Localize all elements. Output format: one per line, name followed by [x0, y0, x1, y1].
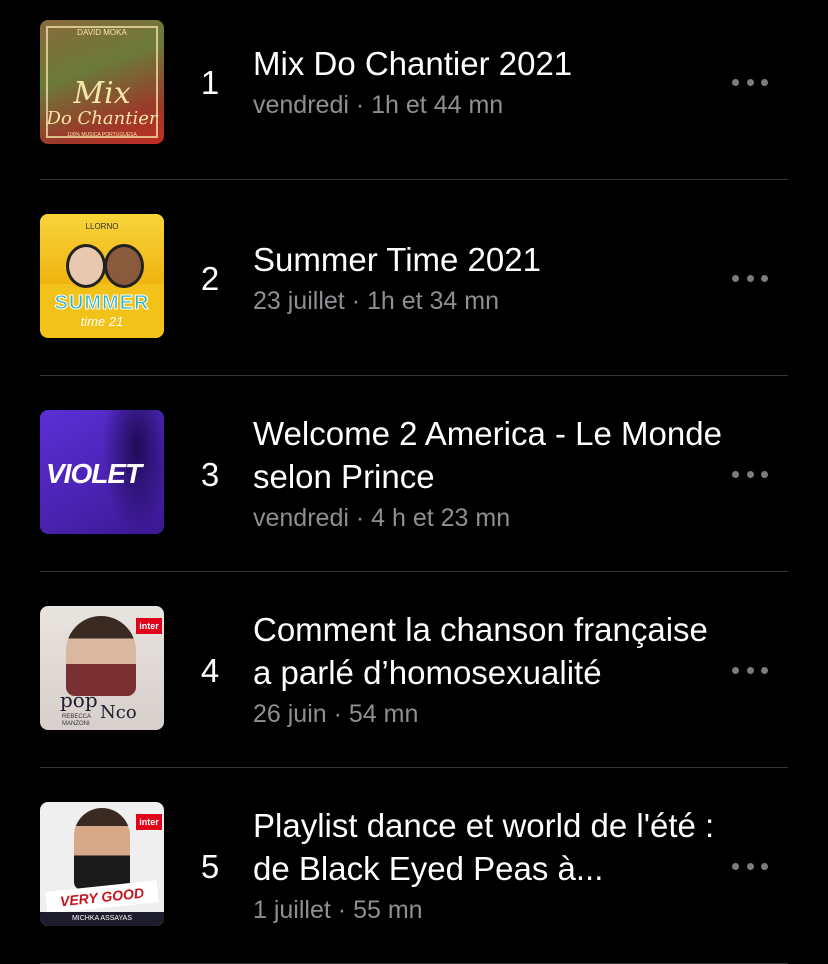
- episode-title-text: Comment la chanson française a parlé d’h…: [253, 611, 708, 691]
- episode-row-3[interactable]: VIOLET 3 Welcome 2 America - Le Monde se…: [40, 376, 788, 572]
- episode-date: vendredi: [253, 504, 349, 532]
- episode-title: Playlist dance et world de l'été : de Bl…: [253, 804, 723, 890]
- episode-date: 23 juillet: [253, 287, 345, 315]
- episode-meta: 23 juillet · 1h et 34 mn: [253, 285, 723, 317]
- episode-duration: 55 mn: [353, 896, 423, 924]
- episode-artwork-1: DAVID MOKA Mix Do Chantier 100% MUSICA P…: [40, 20, 164, 144]
- meta-separator: ·: [351, 287, 361, 315]
- episode-duration: 4 h et 23 mn: [371, 504, 511, 532]
- episode-text: Mix Do Chantier 2021 vendredi · 1h et 44…: [253, 42, 723, 121]
- ellipsis-horizontal-icon: [732, 274, 739, 282]
- artwork-5-title: VERY GOOD TRIP: [45, 880, 159, 926]
- episode-list: DAVID MOKA Mix Do Chantier 100% MUSICA P…: [0, 0, 828, 964]
- episode-text: Welcome 2 America - Le Monde selon Princ…: [253, 412, 723, 534]
- episode-row-4[interactable]: inter pop Nco REBECCA MANZONI 4 Comment …: [40, 572, 788, 768]
- episode-rank: 2: [200, 260, 220, 297]
- episode-meta: 1 juillet · 55 mn: [253, 894, 723, 926]
- artwork-5-badge: inter: [136, 814, 162, 830]
- artwork-1-top-text: DAVID MOKA: [77, 28, 127, 37]
- episode-duration: 1h et 34 mn: [366, 287, 499, 315]
- artwork-2-title: SUMMER: [54, 292, 150, 315]
- episode-row-1[interactable]: DAVID MOKA Mix Do Chantier 100% MUSICA P…: [40, 0, 788, 180]
- artwork-5-host: MICHKA ASSAYAS: [40, 912, 164, 926]
- more-options-button[interactable]: [732, 856, 768, 876]
- episode-title: Comment la chanson française a parlé d’h…: [253, 608, 723, 694]
- episode-rank: 3: [200, 456, 220, 493]
- ellipsis-horizontal-icon: [732, 78, 739, 86]
- episode-artwork-4: inter pop Nco REBECCA MANZONI: [40, 606, 164, 730]
- ellipsis-horizontal-icon: [732, 470, 739, 478]
- meta-separator: ·: [355, 91, 365, 119]
- artwork-2-subtitle: time 21: [80, 314, 124, 329]
- meta-separator: ·: [337, 896, 347, 924]
- episode-title-text: Playlist dance et world de l'été : de Bl…: [253, 807, 715, 887]
- artwork-1-subtitle: Do Chantier: [46, 108, 158, 129]
- more-options-button[interactable]: [732, 268, 768, 288]
- episode-meta: vendredi · 4 h et 23 mn: [253, 502, 723, 534]
- episode-title: Mix Do Chantier 2021: [253, 45, 573, 82]
- episode-date: 1 juillet: [253, 896, 331, 924]
- episode-duration: 1h et 44 mn: [371, 91, 504, 119]
- ellipsis-horizontal-icon: [732, 862, 739, 870]
- episode-artwork-2: LLORNO SUMMER time 21: [40, 214, 164, 338]
- episode-date: vendredi: [253, 91, 349, 119]
- artwork-1-title: Mix: [73, 76, 131, 111]
- artwork-1-bottom-text: 100% MUSICA PORTUGUESA: [67, 132, 137, 138]
- episode-title-text: Welcome 2 America - Le Monde selon Princ…: [253, 415, 722, 495]
- artwork-4-host-last: MANZONI: [62, 721, 90, 727]
- episode-rank: 1: [200, 64, 220, 101]
- episode-text: Comment la chanson française a parlé d’h…: [253, 608, 723, 730]
- episode-rank: 5: [200, 848, 220, 885]
- artwork-3-word: VIOLET: [46, 458, 142, 489]
- episode-duration: 54 mn: [348, 700, 419, 728]
- episode-row-2[interactable]: LLORNO SUMMER time 21 2 Summer Time 2021…: [40, 180, 788, 376]
- episode-text: Summer Time 2021 23 juillet · 1h et 34 m…: [253, 238, 723, 317]
- more-options-button[interactable]: [732, 72, 768, 92]
- episode-date: 26 juin: [253, 700, 327, 728]
- episode-artwork-3: VIOLET: [40, 410, 164, 534]
- more-options-button[interactable]: [732, 464, 768, 484]
- artwork-4-host-first: REBECCA: [62, 714, 92, 720]
- episode-title: Summer Time 2021: [253, 241, 541, 278]
- more-options-button[interactable]: [732, 660, 768, 680]
- ellipsis-horizontal-icon: [732, 666, 739, 674]
- episode-meta: vendredi · 1h et 44 mn: [253, 89, 723, 121]
- episode-row-5[interactable]: inter VERY GOOD TRIP MICHKA ASSAYAS 5 Pl…: [40, 768, 788, 964]
- artwork-4-logo: pop: [60, 688, 98, 712]
- episode-title: Welcome 2 America - Le Monde selon Princ…: [253, 412, 723, 498]
- meta-separator: ·: [333, 700, 342, 728]
- artwork-2-top-text: LLORNO: [85, 222, 119, 231]
- episode-artwork-5: inter VERY GOOD TRIP MICHKA ASSAYAS: [40, 802, 164, 926]
- episode-rank: 4: [200, 652, 220, 689]
- episode-text: Playlist dance et world de l'été : de Bl…: [253, 804, 723, 926]
- artwork-4-badge: inter: [136, 618, 162, 634]
- artwork-4-logo-2: Nco: [100, 702, 137, 723]
- artwork-4-host: REBECCA MANZONI: [62, 714, 91, 728]
- meta-separator: ·: [355, 504, 365, 532]
- episode-meta: 26 juin · 54 mn: [253, 698, 723, 730]
